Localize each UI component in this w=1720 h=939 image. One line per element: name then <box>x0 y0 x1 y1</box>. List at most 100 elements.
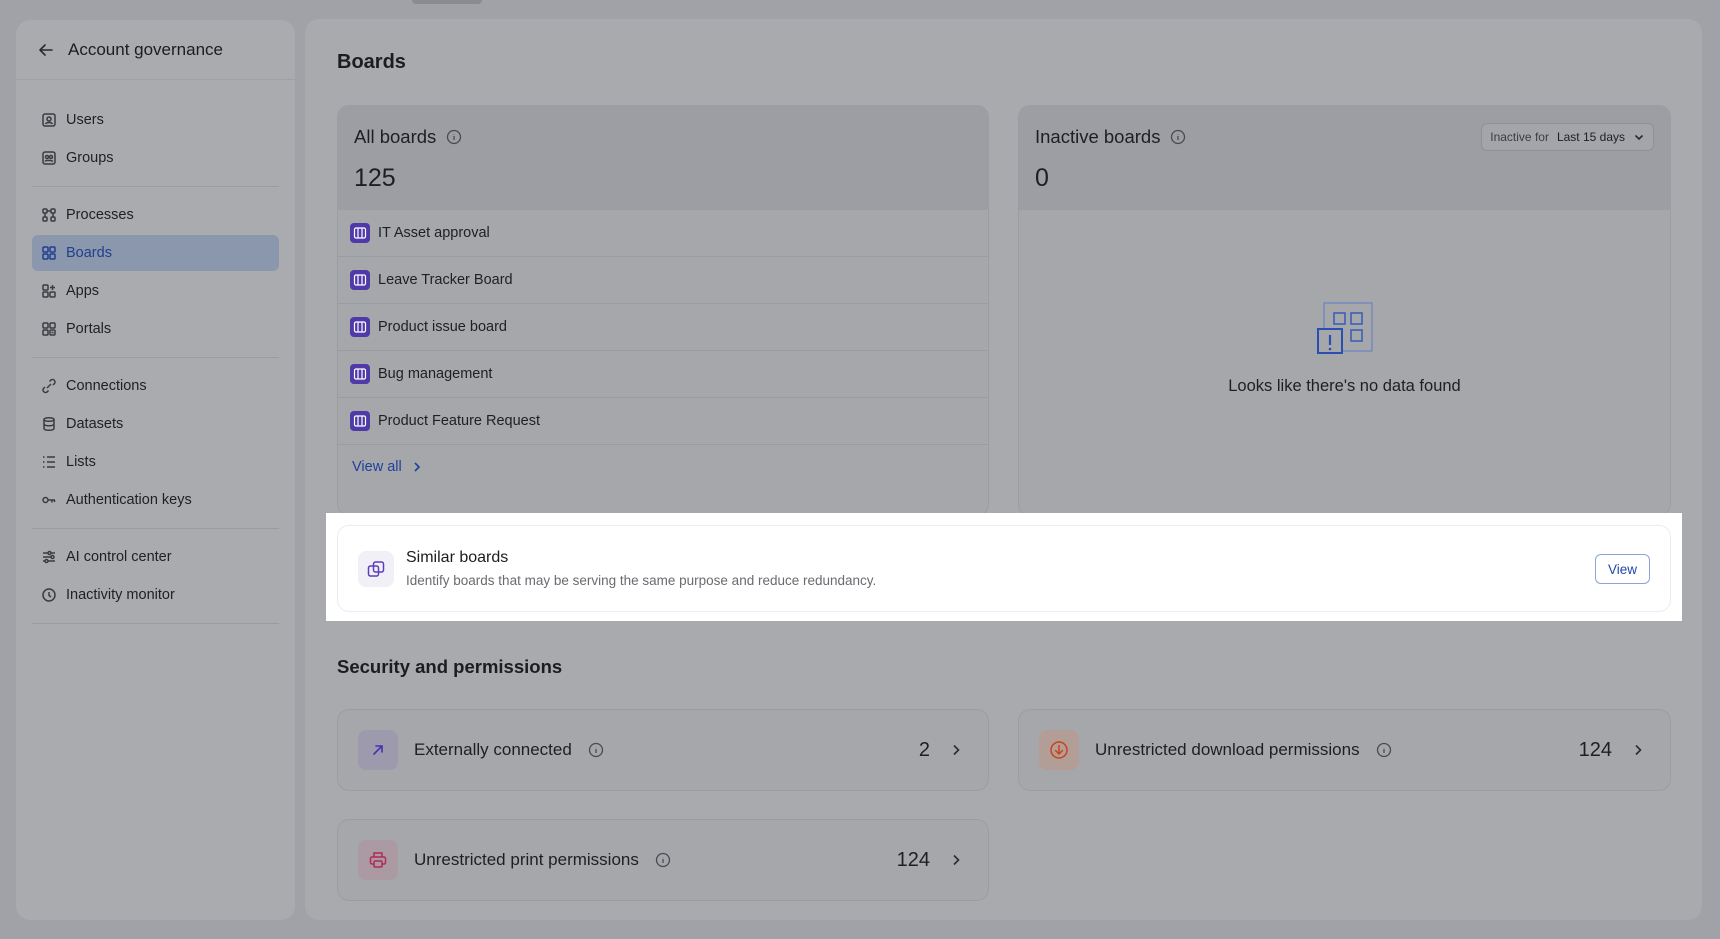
unrestricted-print-card[interactable]: Unrestricted print permissions 124 <box>337 819 989 901</box>
group-icon <box>40 149 58 167</box>
sidebar-item-label: Authentication keys <box>66 492 192 508</box>
similar-boards-title: Similar boards <box>406 549 509 566</box>
info-icon[interactable] <box>655 852 671 868</box>
board-name: Product issue board <box>378 319 507 335</box>
info-icon[interactable] <box>446 129 462 145</box>
sidebar-item-portals[interactable]: Portals <box>32 311 279 347</box>
sidebar-group-people: Users Groups <box>32 80 279 187</box>
printer-icon <box>358 840 398 880</box>
info-icon[interactable] <box>588 742 604 758</box>
sidebar-item-label: Datasets <box>66 416 124 432</box>
perm-label: Externally connected <box>414 740 572 759</box>
similar-boards-card: Similar boards Identify boards that may … <box>337 525 1671 612</box>
board-icon <box>350 411 370 431</box>
inactive-boards-title: Inactive boards <box>1035 126 1161 147</box>
info-icon[interactable] <box>1170 129 1186 145</box>
chevron-down-icon <box>1634 134 1644 141</box>
process-icon <box>40 206 58 224</box>
chevron-right-icon <box>948 742 964 758</box>
chevron-right-icon <box>414 462 420 472</box>
sidebar-item-inactivity-monitor[interactable]: Inactivity monitor <box>32 577 279 613</box>
similar-boards-description: Identify boards that may be serving the … <box>406 573 877 588</box>
boards-icon <box>40 244 58 262</box>
board-icon <box>350 223 370 243</box>
all-boards-title: All boards <box>354 126 437 147</box>
perm-count: 2 <box>918 738 930 761</box>
datasets-icon <box>40 415 58 433</box>
view-all-link[interactable]: View all <box>338 445 988 475</box>
inactive-boards-count: 0 <box>1035 164 1049 192</box>
sidebar-item-connections[interactable]: Connections <box>32 368 279 404</box>
board-icon <box>350 270 370 290</box>
lists-icon <box>40 453 58 471</box>
duplicate-icon <box>358 550 394 587</box>
sidebar-item-lists[interactable]: Lists <box>32 444 279 480</box>
view-button[interactable]: View <box>1594 554 1650 584</box>
sidebar-item-boards[interactable]: Boards <box>32 235 279 271</box>
board-list-item[interactable]: Bug management <box>338 351 988 398</box>
board-list-item[interactable]: Product Feature Request <box>338 398 988 445</box>
sidebar-item-label: AI control center <box>66 549 172 565</box>
board-list-item[interactable]: Leave Tracker Board <box>338 257 988 304</box>
dropdown-value: Last 15 days <box>1556 130 1625 144</box>
view-all-label: View all <box>352 459 402 475</box>
chevron-right-icon <box>948 852 964 868</box>
sidebar-group-assets: Processes Boards Apps Portals <box>32 187 279 358</box>
externally-connected-card[interactable]: Externally connected 2 <box>337 709 989 791</box>
key-icon <box>40 491 58 509</box>
perm-count: 124 <box>896 848 930 871</box>
sidebar-group-monitoring: AI control center Inactivity monitor <box>32 529 279 624</box>
info-icon[interactable] <box>1376 742 1392 758</box>
top-tab-indicator <box>412 0 482 4</box>
inactive-period-dropdown[interactable]: Inactive for Last 15 days <box>1481 123 1654 151</box>
all-boards-card: All boards 125 IT Asset approval Leave T… <box>337 105 989 516</box>
sidebar-item-groups[interactable]: Groups <box>32 140 279 176</box>
board-name: Product Feature Request <box>378 413 541 429</box>
board-name: Bug management <box>378 366 493 382</box>
sidebar-group-data: Connections Datasets Lists Authenticatio… <box>32 358 279 529</box>
sidebar: Account governance Users Groups Processe… <box>16 20 295 920</box>
perm-label: Unrestricted download permissions <box>1095 740 1360 759</box>
empty-data-icon <box>1316 302 1373 354</box>
clock-icon <box>40 586 58 604</box>
security-section-title: Security and permissions <box>337 656 563 677</box>
sidebar-item-processes[interactable]: Processes <box>32 197 279 233</box>
all-boards-count: 125 <box>354 164 396 192</box>
board-icon <box>350 364 370 384</box>
sidebar-item-label: Inactivity monitor <box>66 587 175 603</box>
sidebar-item-label: Lists <box>66 454 96 470</box>
sidebar-item-label: Portals <box>66 321 112 337</box>
connections-icon <box>40 377 58 395</box>
sidebar-item-apps[interactable]: Apps <box>32 273 279 309</box>
back-arrow-icon[interactable] <box>36 40 56 60</box>
board-list-item[interactable]: Product issue board <box>338 304 988 351</box>
empty-state: Looks like there's no data found <box>1019 302 1670 396</box>
perm-count: 124 <box>1578 738 1612 761</box>
perm-label: Unrestricted print permissions <box>414 850 639 869</box>
empty-message: Looks like there's no data found <box>1228 377 1461 395</box>
sidebar-item-label: Users <box>66 112 104 128</box>
inactive-boards-header: Inactive boards 0 <box>1019 106 1670 210</box>
board-icon <box>350 317 370 337</box>
sidebar-item-label: Boards <box>66 245 112 261</box>
unrestricted-download-card[interactable]: Unrestricted download permissions 124 <box>1018 709 1671 791</box>
board-name: Leave Tracker Board <box>378 272 513 288</box>
sliders-icon <box>40 548 58 566</box>
sidebar-title: Account governance <box>68 39 223 59</box>
sidebar-item-label: Apps <box>66 283 100 299</box>
sidebar-item-datasets[interactable]: Datasets <box>32 406 279 442</box>
dropdown-label: Inactive for <box>1490 130 1549 144</box>
sidebar-item-users[interactable]: Users <box>32 102 279 138</box>
board-list-item[interactable]: IT Asset approval <box>338 210 988 257</box>
sidebar-header: Account governance <box>16 20 295 80</box>
external-arrow-icon <box>358 730 398 770</box>
sidebar-item-authentication-keys[interactable]: Authentication keys <box>32 482 279 518</box>
user-icon <box>40 111 58 129</box>
sidebar-item-label: Connections <box>66 378 147 394</box>
inactive-boards-card: Inactive boards 0 Inactive for Last 15 d… <box>1018 105 1671 516</box>
main-panel: Boards All boards 125 IT Asset approval … <box>305 19 1702 920</box>
board-name: IT Asset approval <box>378 225 490 241</box>
sidebar-item-label: Groups <box>66 150 114 166</box>
all-boards-header: All boards 125 <box>338 106 988 210</box>
sidebar-item-ai-control-center[interactable]: AI control center <box>32 539 279 575</box>
